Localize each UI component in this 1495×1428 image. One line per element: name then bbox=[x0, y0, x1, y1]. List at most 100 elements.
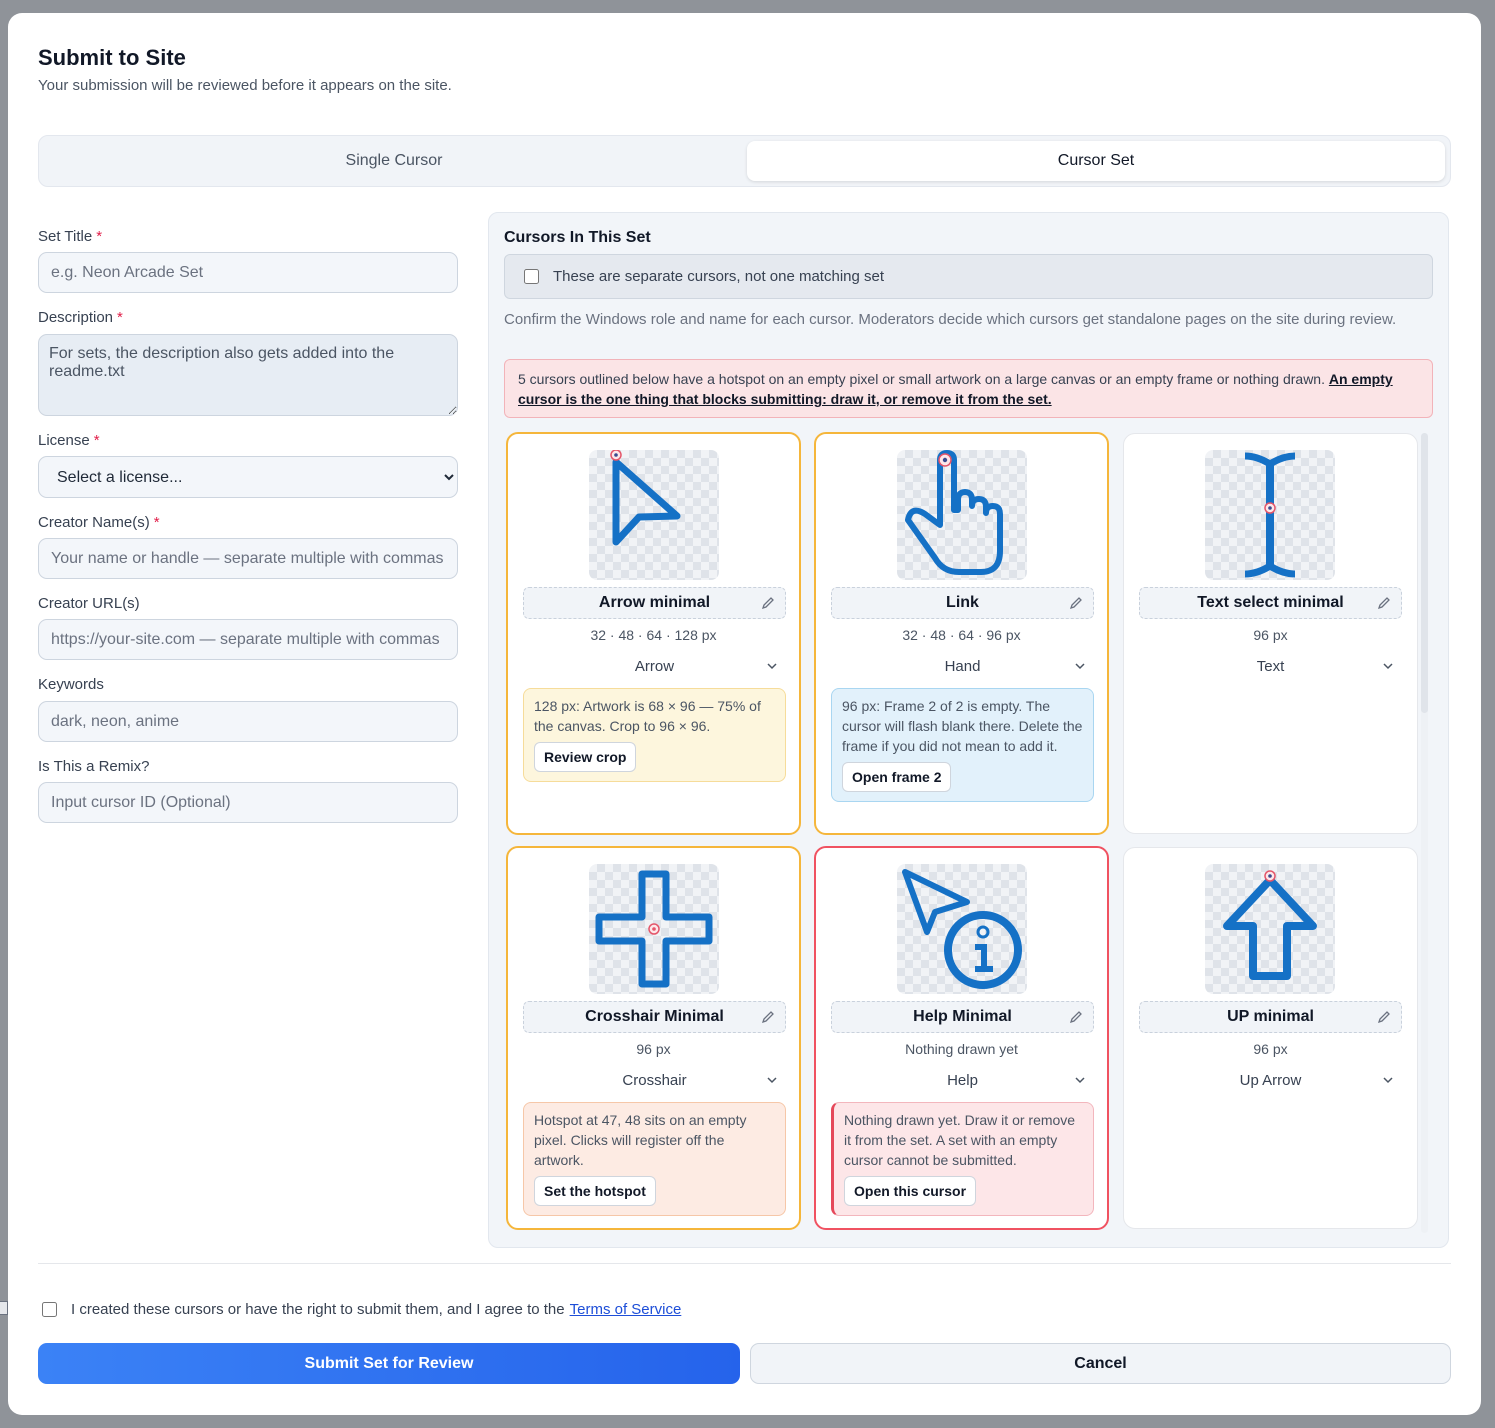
cursor-name: Link bbox=[946, 594, 979, 611]
review-crop-button[interactable]: Review crop bbox=[534, 742, 637, 772]
up-arrow-cursor-icon[interactable] bbox=[1205, 864, 1335, 994]
role-help-text: Confirm the Windows role and name for ea… bbox=[504, 311, 1397, 328]
separate-cursors-label: These are separate cursors, not one matc… bbox=[553, 268, 885, 285]
pencil-icon[interactable] bbox=[1377, 596, 1391, 610]
chevron-down-icon bbox=[1075, 663, 1085, 670]
set-hotspot-button[interactable]: Set the hotspot bbox=[534, 1176, 656, 1206]
background-checkbox-edge bbox=[0, 1301, 8, 1315]
set-title-input[interactable] bbox=[38, 252, 458, 293]
separate-cursors-toggle[interactable]: These are separate cursors, not one matc… bbox=[504, 254, 1433, 299]
cursor-name: Help Minimal bbox=[913, 1008, 1012, 1025]
pencil-icon[interactable] bbox=[1377, 1010, 1391, 1024]
cursor-card-link[interactable]: Link 32 · 48 · 64 · 96 px Hand 96 px: Fr… bbox=[814, 432, 1109, 835]
modal-title: Submit to Site bbox=[38, 45, 186, 70]
cursor-card-text-select[interactable]: Text select minimal 96 px Text bbox=[1123, 433, 1418, 834]
chevron-down-icon bbox=[1383, 1077, 1393, 1084]
terms-agreement[interactable]: I created these cursors or have the righ… bbox=[42, 1301, 681, 1318]
terms-text: I created these cursors or have the righ… bbox=[71, 1301, 565, 1318]
cursor-name-field[interactable]: Crosshair Minimal bbox=[523, 1001, 786, 1033]
submit-set-button[interactable]: Submit Set for Review bbox=[38, 1343, 740, 1384]
cursor-role-value: Text bbox=[1256, 657, 1285, 675]
cursor-notice: 128 px: Artwork is 68 × 96 — 75% of the … bbox=[523, 688, 786, 782]
keywords-label: Keywords bbox=[38, 676, 104, 693]
keywords-input[interactable] bbox=[38, 701, 458, 742]
submit-modal: Submit to Site Your submission will be r… bbox=[8, 13, 1481, 1415]
cursor-role-select[interactable]: Crosshair bbox=[523, 1068, 786, 1092]
tab-cursor-set[interactable]: Cursor Set bbox=[747, 141, 1445, 181]
notice-text: 96 px: Frame 2 of 2 is empty. The cursor… bbox=[842, 698, 1083, 754]
cursor-card-crosshair[interactable]: Crosshair Minimal 96 px Crosshair Hotspo… bbox=[506, 846, 801, 1230]
remix-label: Is This a Remix? bbox=[38, 758, 150, 775]
modal-subtitle: Your submission will be reviewed before … bbox=[38, 77, 452, 94]
cursor-sizes: 32 · 48 · 64 · 96 px bbox=[902, 627, 1021, 643]
chevron-down-icon bbox=[1075, 1077, 1085, 1084]
cursor-sizes: 96 px bbox=[1253, 1041, 1288, 1057]
issues-alert: 5 cursors outlined below have a hotspot … bbox=[504, 359, 1433, 418]
cursor-notice: Nothing drawn yet. Draw it or remove it … bbox=[831, 1102, 1094, 1216]
description-label: Description * bbox=[38, 309, 123, 326]
scrollbar-thumb[interactable] bbox=[1421, 433, 1428, 713]
pencil-icon[interactable] bbox=[761, 596, 775, 610]
creator-urls-label: Creator URL(s) bbox=[38, 595, 140, 612]
cursor-role-value: Arrow bbox=[634, 657, 675, 675]
notice-text: Nothing drawn yet. Draw it or remove it … bbox=[844, 1112, 1076, 1168]
notice-text: 128 px: Artwork is 68 × 96 — 75% of the … bbox=[534, 698, 761, 734]
hand-cursor-icon[interactable] bbox=[897, 450, 1027, 580]
creator-names-label: Creator Name(s) * bbox=[38, 514, 160, 531]
chevron-down-icon bbox=[767, 1077, 777, 1084]
cursor-name: Crosshair Minimal bbox=[585, 1008, 724, 1025]
remix-input[interactable] bbox=[38, 782, 458, 823]
separate-cursors-checkbox[interactable] bbox=[524, 269, 539, 284]
arrow-cursor-icon[interactable] bbox=[589, 450, 719, 580]
cursor-role-value: Crosshair bbox=[622, 1071, 687, 1089]
cursor-sizes: 96 px bbox=[636, 1041, 671, 1057]
cursor-role-select[interactable]: Hand bbox=[831, 654, 1094, 678]
cursor-role-value: Help bbox=[947, 1071, 978, 1089]
terms-of-service-link[interactable]: Terms of Service bbox=[570, 1301, 682, 1318]
cursor-card-arrow[interactable]: Arrow minimal 32 · 48 · 64 · 128 px Arro… bbox=[506, 432, 801, 835]
open-cursor-button[interactable]: Open this cursor bbox=[844, 1176, 977, 1206]
creator-urls-input[interactable] bbox=[38, 619, 458, 660]
cancel-button[interactable]: Cancel bbox=[750, 1343, 1451, 1384]
description-textarea[interactable] bbox=[38, 334, 458, 416]
cursor-sizes: Nothing drawn yet bbox=[905, 1041, 1018, 1057]
license-select[interactable]: Select a license... bbox=[38, 456, 458, 498]
cursor-role-select[interactable]: Up Arrow bbox=[1139, 1068, 1402, 1092]
cursor-notice: 96 px: Frame 2 of 2 is empty. The cursor… bbox=[831, 688, 1094, 802]
tab-single-cursor[interactable]: Single Cursor bbox=[44, 141, 744, 181]
footer-divider bbox=[38, 1263, 1451, 1264]
cursor-role-value: Hand bbox=[944, 657, 981, 675]
cursor-name-field[interactable]: Link bbox=[831, 587, 1094, 619]
cursor-sizes: 96 px bbox=[1253, 627, 1288, 643]
cursor-name-field[interactable]: Text select minimal bbox=[1139, 587, 1402, 619]
cursors-panel: Cursors In This Set These are separate c… bbox=[488, 212, 1449, 1248]
cursor-role-select[interactable]: Arrow bbox=[523, 654, 786, 678]
cursor-card-up-arrow[interactable]: UP minimal 96 px Up Arrow bbox=[1123, 847, 1418, 1229]
crosshair-cursor-icon[interactable] bbox=[589, 864, 719, 994]
chevron-down-icon bbox=[1383, 663, 1393, 670]
cursor-sizes: 32 · 48 · 64 · 128 px bbox=[590, 627, 717, 643]
cursor-name: Arrow minimal bbox=[598, 594, 711, 611]
issues-alert-text: 5 cursors outlined below have a hotspot … bbox=[518, 371, 1325, 387]
set-title-label: Set Title * bbox=[38, 228, 103, 245]
cursor-name: UP minimal bbox=[1227, 1008, 1314, 1025]
chevron-down-icon bbox=[767, 663, 777, 670]
cursor-role-select[interactable]: Text bbox=[1139, 654, 1402, 678]
terms-checkbox[interactable] bbox=[42, 1302, 57, 1317]
cursor-name: Text select minimal bbox=[1197, 594, 1344, 611]
creator-names-input[interactable] bbox=[38, 538, 458, 579]
pencil-icon[interactable] bbox=[1069, 596, 1083, 610]
submission-type-tabs: Single Cursor Cursor Set bbox=[38, 135, 1451, 187]
cursor-name-field[interactable]: Help Minimal bbox=[831, 1001, 1094, 1033]
cursor-card-help[interactable]: Help Minimal Nothing drawn yet Help Noth… bbox=[814, 846, 1109, 1230]
help-cursor-icon[interactable] bbox=[897, 864, 1027, 994]
cursor-name-field[interactable]: Arrow minimal bbox=[523, 587, 786, 619]
cursor-name-field[interactable]: UP minimal bbox=[1139, 1001, 1402, 1033]
cards-scrollbar[interactable] bbox=[1421, 433, 1428, 1233]
text-select-cursor-icon[interactable] bbox=[1205, 450, 1335, 580]
cursor-role-select[interactable]: Help bbox=[831, 1068, 1094, 1092]
pencil-icon[interactable] bbox=[1069, 1010, 1083, 1024]
open-frame-button[interactable]: Open frame 2 bbox=[842, 762, 952, 792]
pencil-icon[interactable] bbox=[761, 1010, 775, 1024]
cursors-panel-title: Cursors In This Set bbox=[504, 229, 651, 246]
